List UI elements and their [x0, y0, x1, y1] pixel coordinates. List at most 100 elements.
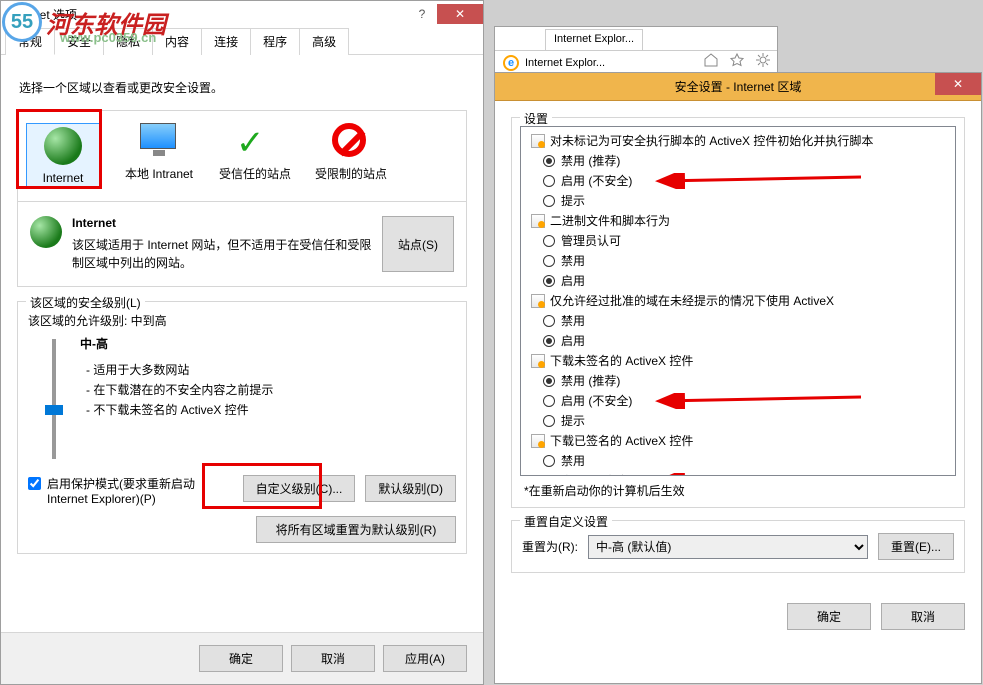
script-icon	[531, 134, 545, 148]
gear-icon[interactable]	[755, 52, 771, 68]
home-icon[interactable]	[703, 52, 719, 68]
settings-tree[interactable]: 对未标记为可安全执行脚本的 ActiveX 控件初始化并执行脚本禁用 (推荐) 启…	[520, 126, 956, 476]
tree-item-label: 禁用	[561, 252, 585, 270]
reset-level-select[interactable]: 中-高 (默认值)	[588, 535, 868, 559]
radio-icon[interactable]	[543, 415, 555, 427]
tree-option[interactable]: 禁用 (推荐)	[523, 371, 953, 391]
tree-heading: 二进制文件和脚本行为	[523, 211, 953, 231]
check-icon: ✓	[236, 123, 274, 161]
help-button[interactable]: ?	[407, 4, 437, 24]
tab-advanced[interactable]: 高级	[299, 28, 349, 55]
apply-button[interactable]: 应用(A)	[383, 645, 467, 672]
tree-heading: 下载已签名的 ActiveX 控件	[523, 431, 953, 451]
security-close-button[interactable]: ✕	[935, 73, 981, 95]
tree-option[interactable]: 禁用	[523, 451, 953, 471]
star-icon[interactable]	[729, 52, 745, 68]
close-button[interactable]: ✕	[437, 4, 483, 24]
radio-icon[interactable]	[543, 395, 555, 407]
ie-icon: e	[503, 55, 519, 71]
watermark-url: www.pc0359.cn	[60, 30, 156, 45]
tree-option[interactable]: 禁用 (推荐)	[523, 151, 953, 171]
tree-item-label: 禁用	[561, 452, 585, 470]
deny-icon	[332, 123, 366, 157]
internet-options-dialog: Internet 选项 ? ✕ 常规 安全 隐私 内容 连接 程序 高级 选择一…	[0, 0, 484, 685]
tree-option[interactable]: 启用 (不安全)	[523, 171, 953, 191]
highlight-box-zone	[16, 109, 102, 189]
tree-item-label: 启用 (不安全)	[561, 392, 632, 410]
cancel-button[interactable]: 取消	[291, 645, 375, 672]
radio-icon[interactable]	[543, 235, 555, 247]
zone-desc: 该区域适用于 Internet 网站，但不适用于在受信任和受限制区域中列出的网站…	[72, 236, 372, 272]
tree-option[interactable]: 启用	[523, 271, 953, 291]
script-icon	[531, 434, 545, 448]
reset-button[interactable]: 重置(E)...	[878, 533, 954, 560]
level-bullet-2: - 在下载潜在的不安全内容之前提示	[86, 380, 273, 400]
zone-name: Internet	[72, 216, 372, 230]
restart-note: *在重新启动你的计算机后生效	[524, 482, 956, 499]
zone-restricted[interactable]: 受限制的站点	[314, 123, 388, 189]
tree-option[interactable]: 禁用	[523, 311, 953, 331]
radio-icon[interactable]	[543, 375, 555, 387]
security-dialog-titlebar: 安全设置 - Internet 区域 ✕	[495, 73, 981, 101]
ie-tab[interactable]: Internet Explor...	[545, 29, 643, 50]
radio-icon[interactable]	[543, 155, 555, 167]
security-slider[interactable]	[40, 335, 68, 465]
tree-option[interactable]: 提示	[523, 411, 953, 431]
ok-button[interactable]: 确定	[199, 645, 283, 672]
tab-connections[interactable]: 连接	[201, 28, 251, 55]
tree-item-label: 二进制文件和脚本行为	[550, 212, 670, 230]
security-dialog-title: 安全设置 - Internet 区域	[675, 78, 802, 95]
tree-item-label: 提示	[561, 412, 585, 430]
security-cancel-button[interactable]: 取消	[881, 603, 965, 630]
tree-heading: 对未标记为可安全执行脚本的 ActiveX 控件初始化并执行脚本	[523, 131, 953, 151]
tree-item-label: 管理员认可	[561, 232, 621, 250]
tree-item-label: 对未标记为可安全执行脚本的 ActiveX 控件初始化并执行脚本	[550, 132, 873, 150]
allowed-levels: 该区域的允许级别: 中到高	[28, 312, 456, 329]
tree-item-label: 下载未签名的 ActiveX 控件	[550, 352, 693, 370]
reset-group-label: 重置自定义设置	[520, 513, 612, 530]
tree-heading: 仅允许经过批准的域在未经提示的情况下使用 ActiveX	[523, 291, 953, 311]
tree-item-label: 下载已签名的 ActiveX 控件	[550, 432, 693, 450]
protected-mode-checkbox[interactable]	[28, 477, 41, 490]
radio-icon[interactable]	[543, 335, 555, 347]
tree-item-label: 启用	[561, 272, 585, 290]
security-ok-button[interactable]: 确定	[787, 603, 871, 630]
tree-item-label: 禁用	[561, 312, 585, 330]
radio-icon[interactable]	[543, 195, 555, 207]
radio-icon[interactable]	[543, 275, 555, 287]
zone-intranet[interactable]: 本地 Intranet	[122, 123, 196, 189]
tree-option[interactable]: 管理员认可	[523, 231, 953, 251]
script-icon	[531, 354, 545, 368]
tab-programs[interactable]: 程序	[250, 28, 300, 55]
globe-icon-small	[30, 216, 62, 248]
tree-heading: 下载未签名的 ActiveX 控件	[523, 351, 953, 371]
radio-icon[interactable]	[543, 175, 555, 187]
watermark-logo: 55	[2, 2, 42, 42]
protected-mode-label: 启用保护模式(要求重新启动 Internet Explorer)(P)	[47, 475, 208, 506]
security-level-label: 该区域的安全级别(L)	[26, 294, 145, 311]
script-icon	[531, 294, 545, 308]
tree-item-label: 启用	[561, 332, 585, 350]
tree-option[interactable]: 禁用	[523, 251, 953, 271]
tree-option[interactable]: 启用	[523, 331, 953, 351]
slider-thumb[interactable]	[45, 405, 63, 415]
level-name: 中-高	[80, 335, 273, 352]
default-level-button[interactable]: 默认级别(D)	[365, 475, 456, 502]
tree-option[interactable]: 启用 (不安全)	[523, 391, 953, 411]
settings-label: 设置	[520, 110, 552, 127]
highlight-box-custom	[202, 463, 322, 509]
tree-option[interactable]: 提示	[523, 191, 953, 211]
zone-trusted[interactable]: ✓ 受信任的站点	[218, 123, 292, 189]
tree-item-label: 禁用 (推荐)	[561, 152, 620, 170]
level-bullet-3: - 不下载未签名的 ActiveX 控件	[86, 400, 273, 420]
tree-item-label: 启用 (不安全)	[561, 472, 632, 476]
tree-option[interactable]: 启用 (不安全)	[523, 471, 953, 476]
tree-item-label: 禁用 (推荐)	[561, 372, 620, 390]
sites-button[interactable]: 站点(S)	[382, 216, 454, 272]
tree-item-label: 启用 (不安全)	[561, 172, 632, 190]
radio-icon[interactable]	[543, 475, 555, 476]
radio-icon[interactable]	[543, 255, 555, 267]
reset-all-zones-button[interactable]: 将所有区域重置为默认级别(R)	[256, 516, 456, 543]
radio-icon[interactable]	[543, 315, 555, 327]
radio-icon[interactable]	[543, 455, 555, 467]
